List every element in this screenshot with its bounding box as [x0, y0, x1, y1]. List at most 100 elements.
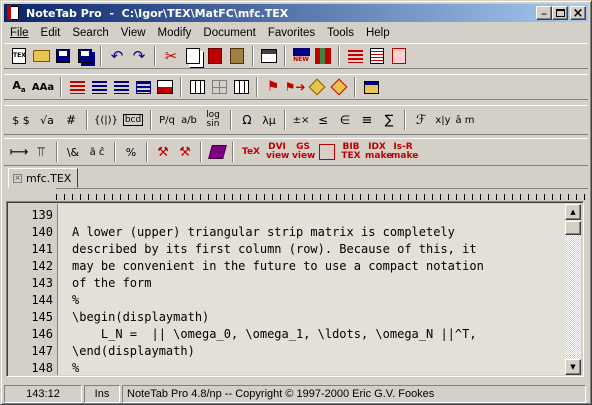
- tab-mfc-tex[interactable]: × mfc.TEX: [8, 168, 79, 188]
- save-all-button[interactable]: [74, 45, 96, 67]
- clipboard-special-icon: [230, 48, 244, 64]
- vspace-button[interactable]: ⫪: [30, 141, 52, 163]
- copy-button[interactable]: [182, 45, 204, 67]
- tab-close-icon[interactable]: ×: [13, 173, 22, 183]
- log-sin-label: log sin: [206, 110, 220, 129]
- bibtex-button[interactable]: BIB TEX: [338, 141, 364, 163]
- center-button[interactable]: [132, 76, 154, 98]
- bullets-button[interactable]: [88, 76, 110, 98]
- text-line: \begin(displaymath): [72, 310, 210, 324]
- scroll-up-button[interactable]: ▲: [565, 204, 581, 220]
- clipbook-button[interactable]: [258, 45, 280, 67]
- scroll-down-button[interactable]: ▼: [565, 359, 581, 375]
- inequality-button[interactable]: ≤: [312, 109, 334, 131]
- line-number: 144: [31, 293, 53, 307]
- lambda-mu-button[interactable]: λμ: [258, 109, 280, 131]
- hammer-alt-button[interactable]: ⚒: [174, 141, 196, 163]
- indent-button[interactable]: [66, 76, 88, 98]
- text-line: described by its first column (row). Bec…: [72, 242, 477, 256]
- inline-math-button[interactable]: $ $: [8, 109, 34, 131]
- sum-label: ∑: [384, 112, 394, 128]
- options-button[interactable]: [360, 76, 382, 98]
- lambda-mu-label: λμ: [262, 113, 276, 127]
- open-button[interactable]: [30, 45, 52, 67]
- makeis-button[interactable]: Is-R make: [390, 141, 418, 163]
- braces-button[interactable]: {(|)}: [92, 109, 120, 131]
- justify-button[interactable]: [110, 76, 132, 98]
- flag-arrow-button[interactable]: ⚑➔: [284, 76, 306, 98]
- accent-button[interactable]: ã ĉ: [84, 141, 110, 163]
- undo-button[interactable]: ↶: [106, 45, 128, 67]
- title-bar: NoteTab Pro - C:\Igor\TEX\MatFC\mfc.TEX …: [4, 4, 588, 22]
- hash-button[interactable]: #: [60, 109, 82, 131]
- toolbar-separator: [338, 46, 340, 66]
- hammer-button[interactable]: ⚒: [152, 141, 174, 163]
- equivalence-button[interactable]: ≡: [356, 109, 378, 131]
- menu-help[interactable]: Help: [360, 27, 396, 39]
- dvi-view-button[interactable]: DVI view: [264, 141, 290, 163]
- text-editor-area[interactable]: A lower (upper) triangular strip matrix …: [57, 204, 569, 375]
- omega-button[interactable]: Ω: [236, 109, 258, 131]
- font-small-label: A: [12, 79, 21, 93]
- menu-edit[interactable]: Edit: [35, 27, 67, 39]
- menu-modify[interactable]: Modify: [152, 27, 198, 39]
- picture-button[interactable]: [154, 76, 176, 98]
- outline-button[interactable]: [344, 45, 366, 67]
- makeindex-button[interactable]: IDX make: [364, 141, 392, 163]
- arrows-button[interactable]: ā m: [454, 109, 476, 131]
- menu-favorites[interactable]: Favorites: [262, 27, 321, 39]
- menu-search[interactable]: Search: [66, 27, 114, 39]
- menu-file[interactable]: File: [4, 27, 35, 39]
- run-tex-button[interactable]: TeX: [238, 141, 264, 163]
- save-button[interactable]: [52, 45, 74, 67]
- fraction-ab-button[interactable]: a/b: [178, 109, 200, 131]
- new-document-button[interactable]: NEW: [290, 45, 312, 67]
- gs-view-label: GS view: [292, 142, 316, 161]
- flag-button[interactable]: ⚑: [262, 76, 284, 98]
- tex-document-icon: TEX: [12, 48, 26, 64]
- cut-button[interactable]: ✂: [160, 45, 182, 67]
- plus-minus-button[interactable]: ±×: [290, 109, 312, 131]
- menu-document[interactable]: Document: [197, 27, 261, 39]
- paste-special-button[interactable]: [226, 45, 248, 67]
- sum-button[interactable]: ∑: [378, 109, 400, 131]
- minimize-button[interactable]: _: [536, 5, 552, 20]
- vertical-scrollbar[interactable]: ▲ ▼: [565, 204, 581, 375]
- element-of-button[interactable]: ∈: [334, 109, 356, 131]
- menu-tools[interactable]: Tools: [321, 27, 360, 39]
- maximize-button[interactable]: [552, 6, 568, 20]
- clips-edit-button[interactable]: [328, 76, 350, 98]
- paste-button[interactable]: [204, 45, 226, 67]
- notetab-app-icon[interactable]: [6, 5, 22, 21]
- document-properties-button[interactable]: [388, 45, 410, 67]
- table-cells-button[interactable]: [208, 76, 230, 98]
- sqrt-button[interactable]: √a: [34, 109, 60, 131]
- font-small-button[interactable]: Aa: [8, 76, 30, 98]
- xy-button[interactable]: x|y: [432, 109, 454, 131]
- bcd-button[interactable]: bcd: [120, 109, 146, 131]
- pdf-button[interactable]: [316, 141, 338, 163]
- fraction-pq-button[interactable]: P/q: [156, 109, 178, 131]
- bookmark-button[interactable]: [312, 45, 334, 67]
- script-f-button[interactable]: ℱ: [410, 109, 432, 131]
- document-list-button[interactable]: [366, 45, 388, 67]
- close-button[interactable]: ×: [570, 6, 586, 20]
- redo-button[interactable]: ↷: [128, 45, 150, 67]
- ampersand-button[interactable]: \&: [62, 141, 84, 163]
- hspace-button[interactable]: ⟼: [8, 141, 30, 163]
- scroll-thumb[interactable]: [565, 221, 581, 235]
- new-tex-button[interactable]: TEX: [8, 45, 30, 67]
- book-button[interactable]: [206, 141, 228, 163]
- menu-view[interactable]: View: [115, 27, 152, 39]
- table-rows-button[interactable]: [230, 76, 252, 98]
- clips-button[interactable]: [306, 76, 328, 98]
- clipbook-icon: [261, 49, 277, 63]
- font-large-icon: AAa: [31, 81, 55, 93]
- percent-button[interactable]: %: [120, 141, 142, 163]
- log-sin-button[interactable]: log sin: [200, 109, 226, 131]
- font-large-button[interactable]: AAa: [30, 76, 56, 98]
- toolbar-separator: [56, 142, 58, 162]
- menu-bar: File Edit Search View Modify Document Fa…: [4, 23, 396, 42]
- gs-view-button[interactable]: GS view: [290, 141, 316, 163]
- table-button[interactable]: [186, 76, 208, 98]
